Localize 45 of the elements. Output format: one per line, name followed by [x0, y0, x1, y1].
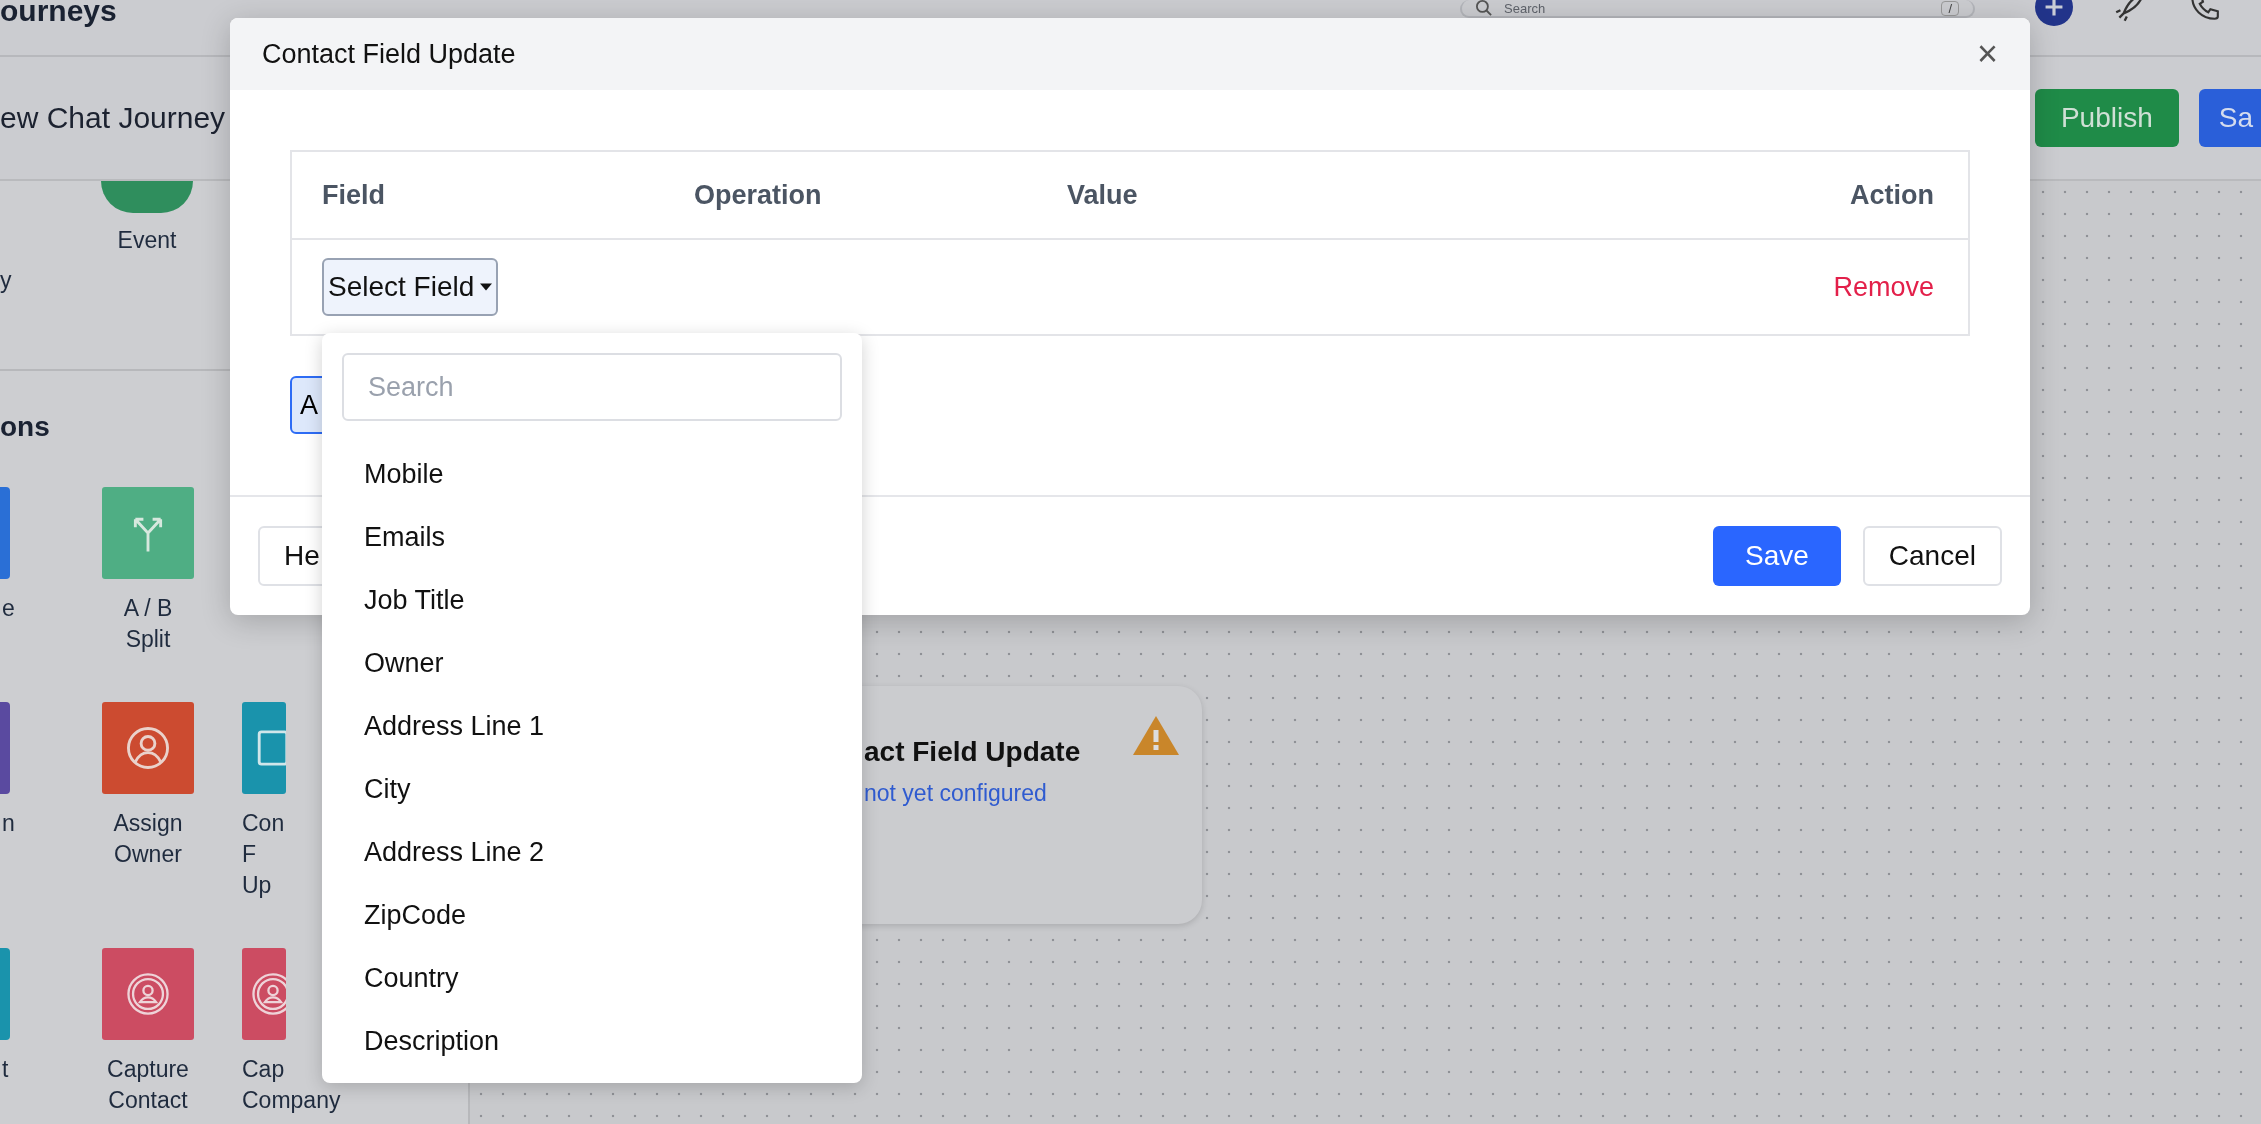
dropdown-option[interactable]: Description [342, 1010, 842, 1073]
save-button[interactable]: Save [1713, 526, 1841, 586]
tile-label: Cap Company [242, 1055, 341, 1115]
section-title: ons [0, 411, 51, 443]
person-icon [125, 725, 171, 771]
tile-label: Event [117, 227, 177, 254]
action-tile[interactable] [0, 487, 10, 579]
node-status: not yet configured [864, 780, 1048, 807]
action-tile[interactable] [0, 702, 10, 794]
search-icon [1476, 0, 1492, 16]
tile-label: t [2, 1055, 9, 1084]
tile-label: e [2, 594, 15, 623]
app-title: ourneys [0, 0, 117, 28]
dropdown-option[interactable]: Country [342, 947, 842, 1010]
column-header: Action [1849, 179, 1934, 211]
close-button[interactable]: × [1976, 36, 1998, 72]
caret-icon [480, 283, 493, 291]
cancel-button[interactable]: Cancel [1862, 526, 2002, 586]
dropdown-option[interactable]: Mobile [342, 443, 842, 506]
search-field[interactable]: Search [342, 353, 842, 421]
column-header: Value [1067, 179, 1139, 211]
remove-link[interactable]: Remove [1833, 271, 1934, 303]
contact-icon [250, 971, 286, 1017]
save-button[interactable]: Sa [2198, 89, 2261, 147]
field-select[interactable]: Select Field [322, 258, 499, 316]
action-tile[interactable] [0, 948, 10, 1040]
shortcut-key: / [1941, 0, 1959, 16]
tile-label: n [2, 809, 15, 838]
dialog-title: Contact Field Update [262, 38, 516, 70]
tile-label: Con F Up [242, 809, 285, 900]
tile-label: Assign Owner [113, 809, 183, 869]
tile-label: A / B Split [123, 594, 173, 654]
action-tile[interactable] [242, 948, 286, 1040]
tile-label: y [0, 267, 12, 294]
action-tile[interactable] [102, 948, 194, 1040]
action-tile[interactable] [102, 487, 194, 579]
tile-label: Capture Contact [107, 1055, 189, 1115]
action-tile[interactable] [102, 702, 194, 794]
search-placeholder: Search [1504, 0, 1546, 16]
journey-title: ew Chat Journey [0, 101, 226, 135]
column-header: Field [322, 179, 386, 211]
contact-icon [125, 971, 171, 1017]
node-title: act Field Update [864, 736, 1081, 768]
column-header: Operation [694, 179, 823, 211]
action-tile[interactable] [242, 702, 286, 794]
